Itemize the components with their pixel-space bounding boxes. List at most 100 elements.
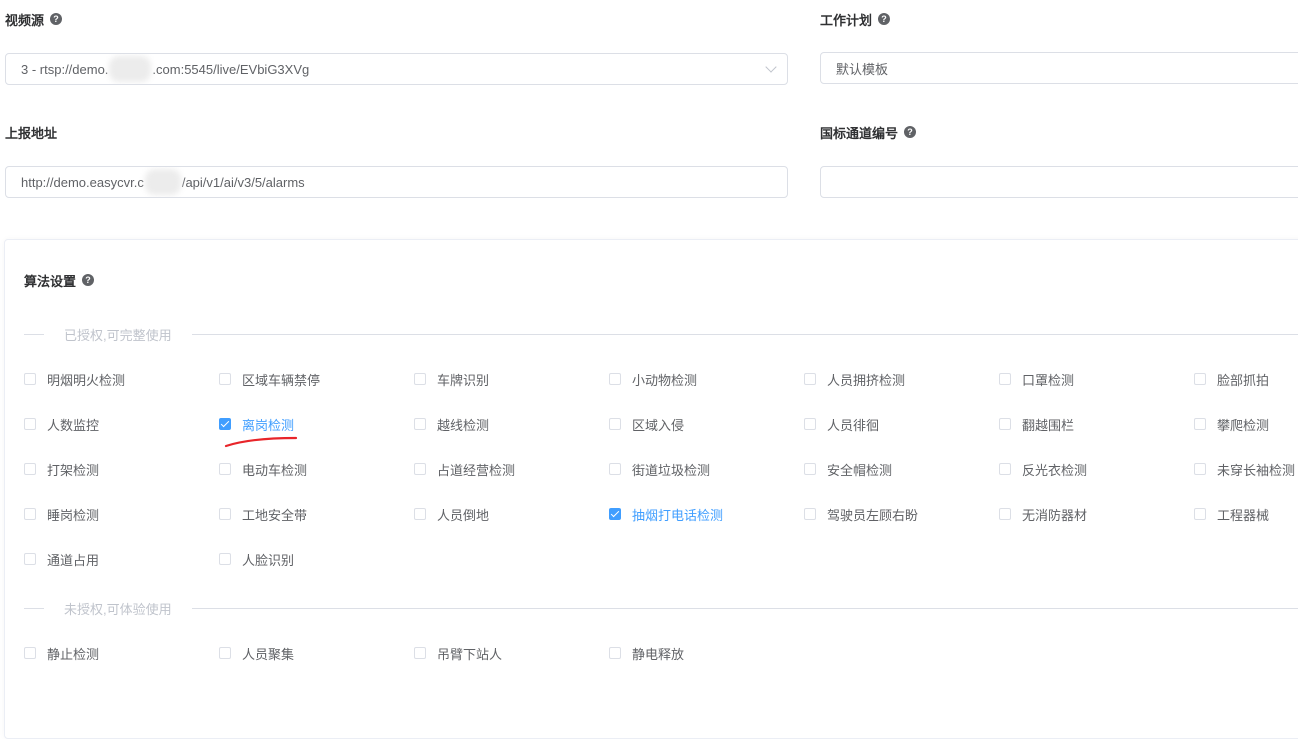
checkbox-icon[interactable] xyxy=(1194,463,1206,475)
checkbox-icon[interactable] xyxy=(999,373,1011,385)
algorithm-checkbox[interactable]: 口罩检测 xyxy=(999,369,1074,389)
report-url-label: 上报地址 xyxy=(5,125,58,141)
checkbox-icon[interactable] xyxy=(24,508,36,520)
checkbox-icon[interactable] xyxy=(219,647,231,659)
algorithm-checkbox[interactable]: 越线检测 xyxy=(414,414,489,434)
algorithm-checkbox[interactable]: 车牌识别 xyxy=(414,369,489,389)
help-icon[interactable]: ? xyxy=(878,13,891,25)
algorithm-checkbox[interactable]: 未穿长袖检测 xyxy=(1194,459,1295,479)
algorithm-checkbox[interactable]: 电动车检测 xyxy=(219,459,307,479)
checkbox-label: 车牌识别 xyxy=(437,372,490,388)
checkbox-checked-icon[interactable] xyxy=(609,508,621,520)
algorithm-checkbox[interactable]: 街道垃圾检测 xyxy=(609,459,710,479)
checkbox-label: 工地安全带 xyxy=(242,507,308,523)
algorithm-checkbox[interactable]: 工地安全带 xyxy=(219,504,307,524)
checkbox-icon[interactable] xyxy=(804,508,816,520)
checkbox-icon[interactable] xyxy=(804,373,816,385)
algorithm-checkbox[interactable]: 睡岗检测 xyxy=(24,504,99,524)
algorithm-checkbox[interactable]: 驾驶员左顾右盼 xyxy=(804,504,918,524)
checkbox-label: 电动车检测 xyxy=(242,462,308,478)
red-underline-annotation xyxy=(224,436,298,448)
checkbox-icon[interactable] xyxy=(999,463,1011,475)
checkbox-icon[interactable] xyxy=(609,463,621,475)
checkbox-label: 吊臂下站人 xyxy=(437,646,503,662)
algorithm-checkbox[interactable]: 人员聚集 xyxy=(219,643,294,663)
gb-channel-input[interactable] xyxy=(820,166,1298,198)
algorithm-checkbox[interactable]: 人员倒地 xyxy=(414,504,489,524)
checkbox-icon[interactable] xyxy=(804,463,816,475)
algorithm-checkbox[interactable]: 明烟明火检测 xyxy=(24,369,125,389)
checkbox-label: 区域入侵 xyxy=(632,417,685,433)
algorithm-checkbox[interactable]: 人员徘徊 xyxy=(804,414,879,434)
help-icon[interactable]: ? xyxy=(50,13,63,25)
checkbox-icon[interactable] xyxy=(609,647,621,659)
checkbox-icon[interactable] xyxy=(219,553,231,565)
algorithm-checkbox[interactable]: 攀爬检测 xyxy=(1194,414,1269,434)
algorithm-checkbox[interactable]: 区域入侵 xyxy=(609,414,684,434)
algorithm-checkbox[interactable]: 打架检测 xyxy=(24,459,99,479)
checkbox-label: 安全帽检测 xyxy=(827,462,893,478)
help-icon[interactable]: ? xyxy=(904,126,917,138)
checkbox-label: 通道占用 xyxy=(47,552,100,568)
unauthorized-divider: 未授权,可体验使用 xyxy=(24,598,1298,618)
report-url-input[interactable]: http://demo.easycvr.c /api/v1/ai/v3/5/al… xyxy=(5,166,788,198)
checkbox-icon[interactable] xyxy=(609,373,621,385)
checkbox-label: 抽烟打电话检测 xyxy=(632,507,724,523)
work-plan-label: 工作计划 ? xyxy=(820,9,891,29)
checkbox-icon[interactable] xyxy=(414,463,426,475)
checkbox-checked-icon[interactable] xyxy=(219,418,231,430)
checkbox-icon[interactable] xyxy=(414,508,426,520)
video-source-select[interactable]: 3 - rtsp://demo. .com:5545/live/EVbiG3XV… xyxy=(5,53,788,85)
algorithm-checkbox[interactable]: 小动物检测 xyxy=(609,369,697,389)
algorithm-checkbox[interactable]: 反光衣检测 xyxy=(999,459,1087,479)
checkbox-label: 人脸识别 xyxy=(242,552,295,568)
checkbox-icon[interactable] xyxy=(414,373,426,385)
checkbox-icon[interactable] xyxy=(219,508,231,520)
authorized-divider: 已授权,可完整使用 xyxy=(24,324,1298,344)
algorithm-checkbox[interactable]: 通道占用 xyxy=(24,549,99,569)
algorithm-checkbox[interactable]: 人员拥挤检测 xyxy=(804,369,905,389)
chevron-down-icon xyxy=(765,61,777,73)
checkbox-label: 占道经营检测 xyxy=(437,462,516,478)
video-source-label: 视频源 ? xyxy=(5,9,63,29)
algorithm-checkbox[interactable]: 静电释放 xyxy=(609,643,684,663)
algorithm-checkbox[interactable]: 安全帽检测 xyxy=(804,459,892,479)
checkbox-icon[interactable] xyxy=(24,418,36,430)
checkbox-label: 口罩检测 xyxy=(1022,372,1075,388)
checkbox-label: 人员徘徊 xyxy=(827,417,880,433)
algorithm-checkbox[interactable]: 人数监控 xyxy=(24,414,99,434)
checkbox-icon[interactable] xyxy=(24,647,36,659)
algorithm-checkbox[interactable]: 吊臂下站人 xyxy=(414,643,502,663)
checkbox-icon[interactable] xyxy=(414,647,426,659)
checkbox-icon[interactable] xyxy=(804,418,816,430)
checkbox-icon[interactable] xyxy=(24,553,36,565)
checkbox-icon[interactable] xyxy=(999,508,1011,520)
checkbox-icon[interactable] xyxy=(24,463,36,475)
checkbox-label: 脸部抓拍 xyxy=(1217,372,1270,388)
checkbox-label: 工程器械 xyxy=(1217,507,1270,523)
algorithm-checkbox[interactable]: 工程器械 xyxy=(1194,504,1269,524)
checkbox-label: 人数监控 xyxy=(47,417,100,433)
algorithm-checkbox[interactable]: 无消防器材 xyxy=(999,504,1087,524)
algorithm-checkbox[interactable]: 翻越围栏 xyxy=(999,414,1074,434)
checkbox-icon[interactable] xyxy=(999,418,1011,430)
checkbox-icon[interactable] xyxy=(219,373,231,385)
checkbox-icon[interactable] xyxy=(1194,508,1206,520)
checkbox-icon[interactable] xyxy=(24,373,36,385)
algorithm-checkbox[interactable]: 抽烟打电话检测 xyxy=(609,504,723,524)
checkbox-icon[interactable] xyxy=(609,418,621,430)
help-icon[interactable]: ? xyxy=(82,274,95,286)
redaction-blur xyxy=(144,169,181,195)
algorithm-panel xyxy=(4,239,1298,739)
checkbox-icon[interactable] xyxy=(1194,418,1206,430)
checkbox-icon[interactable] xyxy=(219,463,231,475)
work-plan-select[interactable]: 默认模板 xyxy=(820,52,1298,84)
checkbox-icon[interactable] xyxy=(414,418,426,430)
algorithm-checkbox[interactable]: 人脸识别 xyxy=(219,549,294,569)
checkbox-icon[interactable] xyxy=(1194,373,1206,385)
algorithm-checkbox[interactable]: 静止检测 xyxy=(24,643,99,663)
algorithm-checkbox[interactable]: 脸部抓拍 xyxy=(1194,369,1269,389)
algorithm-checkbox[interactable]: 占道经营检测 xyxy=(414,459,515,479)
checkbox-label: 静电释放 xyxy=(632,646,685,662)
algorithm-checkbox[interactable]: 区域车辆禁停 xyxy=(219,369,320,389)
